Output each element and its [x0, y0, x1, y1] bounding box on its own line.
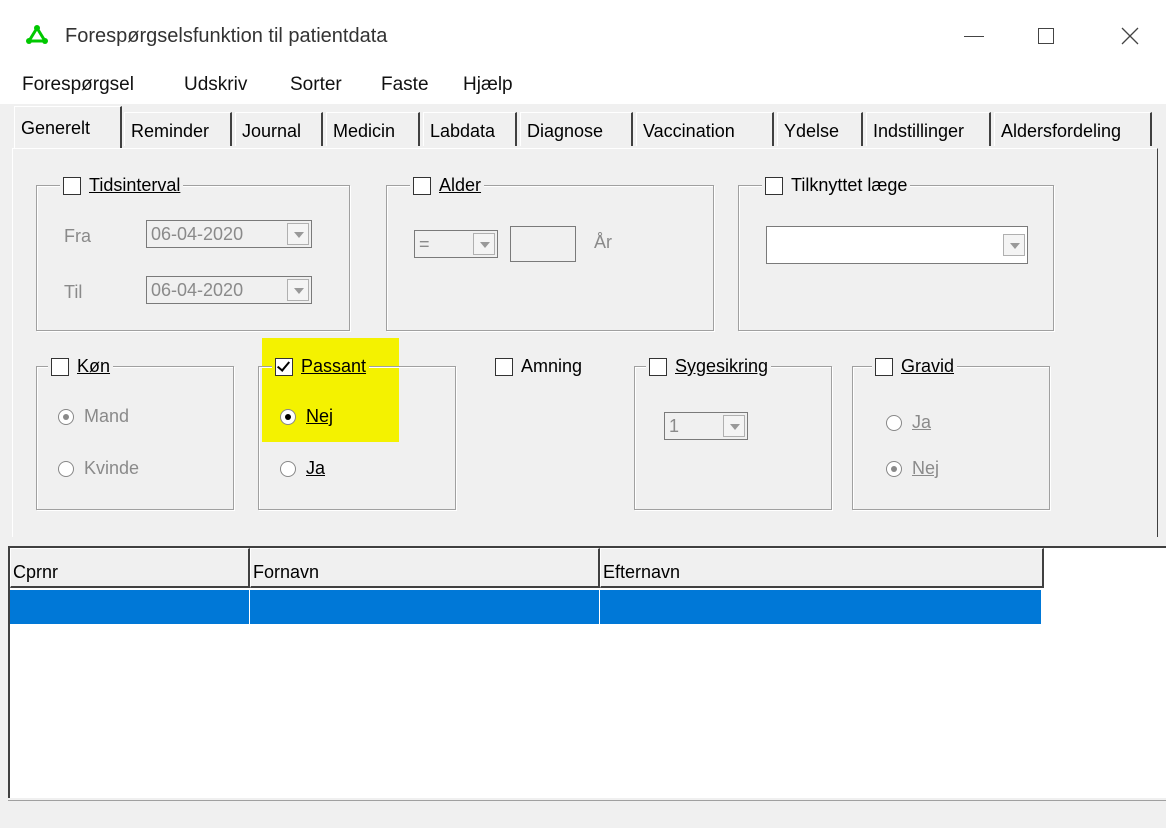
alder-checkbox[interactable]: Alder	[410, 175, 485, 196]
tidsinterval-group	[36, 185, 350, 331]
tab-medicin[interactable]: Medicin	[326, 112, 420, 146]
fra-label: Fra	[64, 226, 91, 246]
table-row-cell[interactable]	[600, 590, 1042, 624]
amning-label: Amning	[521, 356, 583, 376]
tab-indstillinger[interactable]: Indstillinger	[866, 112, 991, 146]
maximize-icon	[1038, 28, 1054, 44]
column-header-cprnr[interactable]: Cprnr	[10, 548, 250, 588]
koen-label: Køn	[77, 356, 111, 376]
minimize-button[interactable]	[944, 16, 1004, 56]
passant-group	[258, 366, 456, 510]
tilknyttet-check[interactable]	[765, 176, 783, 195]
gravid-ja-label: Ja	[912, 412, 932, 432]
passant-nej-label: Nej	[306, 406, 334, 426]
status-bar	[8, 800, 1166, 828]
sygesikring-value: 1	[669, 416, 680, 436]
alder-operator-value: =	[419, 234, 430, 254]
amning-check[interactable]	[495, 357, 513, 376]
close-button[interactable]	[1100, 16, 1160, 56]
radio-selected-icon	[886, 460, 902, 477]
alder-check[interactable]	[413, 176, 431, 195]
radio-empty-icon	[58, 460, 74, 477]
radio-empty-icon	[886, 414, 902, 431]
chevron-down-icon[interactable]	[473, 233, 495, 255]
sygesikring-checkbox[interactable]: Sygesikring	[646, 356, 772, 377]
alder-label: Alder	[439, 175, 482, 195]
chevron-down-icon[interactable]	[723, 415, 745, 437]
amning-checkbox[interactable]: Amning	[492, 356, 586, 377]
close-icon	[1121, 27, 1139, 45]
koen-kvinde-label: Kvinde	[84, 458, 140, 478]
passant-nej-radio[interactable]: Nej	[280, 406, 333, 427]
table-row[interactable]	[10, 590, 250, 624]
chevron-down-icon[interactable]	[287, 279, 309, 301]
passant-label: Passant	[301, 356, 367, 376]
chevron-down-icon[interactable]	[287, 223, 309, 245]
sygesikring-select[interactable]: 1	[664, 412, 748, 440]
til-date-value: 06-04-2020	[151, 280, 244, 300]
alder-value-input[interactable]	[510, 226, 576, 262]
radio-empty-icon	[280, 460, 296, 477]
maximize-button[interactable]	[1016, 16, 1076, 56]
tab-ydelse[interactable]: Ydelse	[777, 112, 863, 146]
fra-date-field[interactable]: 06-04-2020	[146, 220, 312, 248]
alder-operator-select[interactable]: =	[414, 230, 498, 258]
tidsinterval-check[interactable]	[63, 176, 81, 195]
sygesikring-check[interactable]	[649, 357, 667, 376]
table-row-cell[interactable]	[250, 590, 600, 624]
gravid-nej-label: Nej	[912, 458, 940, 478]
tidsinterval-checkbox[interactable]: Tidsinterval	[60, 175, 184, 196]
menu-bar	[0, 72, 1166, 104]
gravid-check[interactable]	[875, 357, 893, 376]
green-triangle-icon	[26, 25, 48, 44]
tab-reminder[interactable]: Reminder	[124, 112, 232, 146]
koen-check[interactable]	[51, 357, 69, 376]
tab-labdata[interactable]: Labdata	[423, 112, 517, 146]
chevron-down-icon[interactable]	[1003, 234, 1025, 256]
passant-ja-radio[interactable]: Ja	[280, 458, 325, 479]
menu-sorter[interactable]: Sorter	[290, 74, 342, 96]
tab-vaccination[interactable]: Vaccination	[636, 112, 774, 146]
window-title: Forespørgselsfunktion til patientdata	[65, 25, 388, 47]
til-label: Til	[64, 282, 83, 302]
sygesikring-label: Sygesikring	[675, 356, 769, 376]
tab-journal[interactable]: Journal	[235, 112, 323, 146]
tilknyttet-label: Tilknyttet læge	[791, 175, 908, 195]
tidsinterval-label: Tidsinterval	[89, 175, 181, 195]
gravid-nej-radio[interactable]: Nej	[886, 458, 939, 479]
til-date-field[interactable]: 06-04-2020	[146, 276, 312, 304]
tab-aldersfordeling[interactable]: Aldersfordeling	[994, 112, 1152, 146]
passant-check[interactable]	[275, 357, 293, 376]
fra-date-value: 06-04-2020	[151, 224, 244, 244]
menu-faste[interactable]: Faste	[381, 74, 429, 96]
radio-selected-icon	[58, 408, 74, 425]
tab-generelt[interactable]: Generelt	[14, 106, 122, 148]
gravid-group	[852, 366, 1050, 510]
tilknyttet-select[interactable]	[766, 226, 1028, 264]
gravid-label: Gravid	[901, 356, 955, 376]
koen-group	[36, 366, 234, 510]
passant-checkbox[interactable]: Passant	[272, 356, 370, 377]
gravid-checkbox[interactable]: Gravid	[872, 356, 958, 377]
minimize-icon	[964, 35, 984, 37]
column-header-efternavn[interactable]: Efternavn	[600, 548, 1044, 588]
tilknyttet-checkbox[interactable]: Tilknyttet læge	[762, 175, 911, 196]
menu-udskriv[interactable]: Udskriv	[184, 74, 247, 96]
koen-checkbox[interactable]: Køn	[48, 356, 114, 377]
menu-foresporgsel[interactable]: Forespørgsel	[22, 74, 134, 96]
passant-ja-label: Ja	[306, 458, 326, 478]
column-header-fornavn[interactable]: Fornavn	[250, 548, 600, 588]
radio-selected-icon	[280, 408, 296, 425]
tab-diagnose[interactable]: Diagnose	[520, 112, 633, 146]
koen-kvinde-radio[interactable]: Kvinde	[58, 458, 139, 479]
koen-mand-radio[interactable]: Mand	[58, 406, 129, 427]
koen-mand-label: Mand	[84, 406, 130, 426]
alder-unit: År	[594, 232, 612, 252]
menu-hjaelp[interactable]: Hjælp	[463, 74, 513, 96]
gravid-ja-radio[interactable]: Ja	[886, 412, 931, 433]
